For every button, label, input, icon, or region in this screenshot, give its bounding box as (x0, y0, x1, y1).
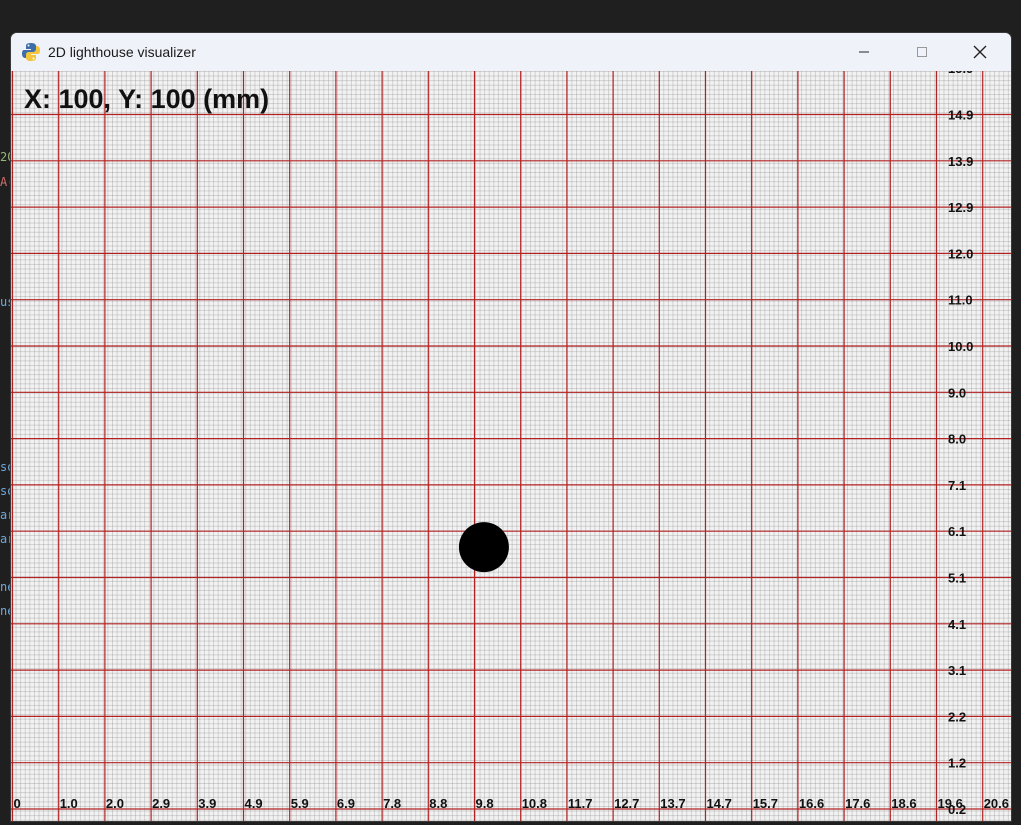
x-tick-label: 15.7 (753, 796, 778, 811)
close-button[interactable] (951, 33, 1009, 71)
x-tick-label: 10.8 (522, 796, 547, 811)
minimize-button[interactable] (835, 33, 893, 71)
y-tick-label: 9.0 (948, 385, 966, 400)
app-window: 2D lighthouse visualizer 0 1.0 2.0 2.9 3.9 4.… (10, 32, 1012, 822)
y-tick-label: 12.0 (948, 246, 973, 261)
x-tick-label: 3.9 (198, 796, 216, 811)
x-tick-label: 8.8 (429, 796, 447, 811)
title-bar[interactable]: 2D lighthouse visualizer (11, 33, 1011, 71)
python-icon (21, 42, 41, 62)
y-tick-label: 14.9 (948, 108, 973, 123)
x-tick-label: 6.9 (337, 796, 355, 811)
close-icon (973, 45, 987, 59)
maximize-button[interactable] (893, 33, 951, 71)
grid-plot: 0 1.0 2.0 2.9 3.9 4.9 5.9 6.9 7.8 8.8 9.8 10.8 11.7 1… (11, 71, 1011, 821)
window-title: 2D lighthouse visualizer (48, 44, 196, 60)
x-tick-label: 4.9 (245, 796, 263, 811)
x-tick-label: 16.6 (799, 796, 824, 811)
y-tick-label: 4.1 (948, 617, 966, 632)
x-tick-label: 20.6 (984, 796, 1009, 811)
x-tick-label: 2.9 (152, 796, 170, 811)
x-tick-label: 5.9 (291, 796, 309, 811)
x-tick-label: 1.0 (60, 796, 78, 811)
x-tick-label: 18.6 (891, 796, 916, 811)
x-tick-label: 12.7 (614, 796, 639, 811)
y-tick-label: 0.2 (948, 802, 966, 817)
position-readout: X: 100, Y: 100 (mm) (24, 84, 270, 114)
y-tick-label: 5.1 (948, 571, 966, 586)
y-tick-label: 7.1 (948, 478, 966, 493)
y-tick-label: 13.9 (948, 154, 973, 169)
y-tick-label: 10.0 (948, 339, 973, 354)
y-tick-label: 12.9 (948, 200, 973, 215)
maximize-icon (917, 47, 927, 57)
x-tick-label: 17.6 (845, 796, 870, 811)
y-tick-label: 11.0 (948, 293, 973, 308)
y-tick-label: 3.1 (948, 663, 966, 678)
position-marker (458, 522, 509, 573)
y-tick-label: 8.0 (948, 432, 966, 447)
x-tick-label: 0 (14, 796, 21, 811)
y-tick-label: 2.2 (948, 709, 966, 724)
x-tick-label: 13.7 (660, 796, 685, 811)
y-tick-label: 15.9 (948, 71, 973, 76)
x-tick-label: 7.8 (383, 796, 401, 811)
y-tick-label: 6.1 (948, 524, 966, 539)
x-tick-label: 2.0 (106, 796, 124, 811)
minimize-icon (859, 51, 869, 53)
x-tick-label: 11.7 (568, 796, 593, 811)
x-tick-label: 14.7 (707, 796, 732, 811)
visualizer-canvas[interactable]: 0 1.0 2.0 2.9 3.9 4.9 5.9 6.9 7.8 8.8 9.8 10.8 11.7 1… (11, 71, 1011, 821)
y-tick-label: 1.2 (948, 756, 966, 771)
x-tick-label: 9.8 (476, 796, 494, 811)
